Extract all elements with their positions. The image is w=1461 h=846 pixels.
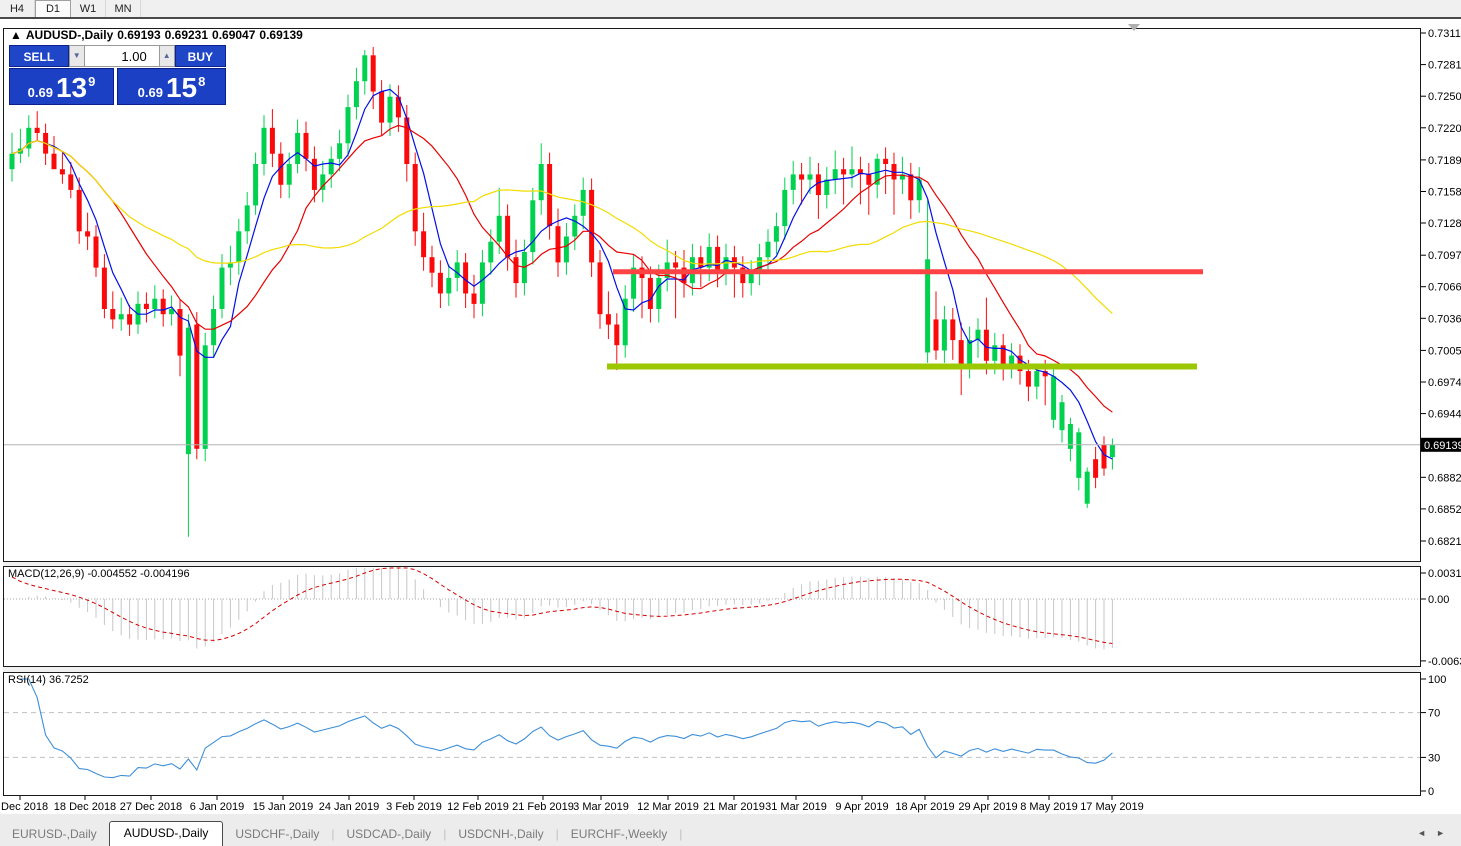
ma-line-34 bbox=[12, 141, 1112, 314]
date-axis-label: 12 Feb 2019 bbox=[447, 801, 509, 813]
price-scale-label: 0.71280 bbox=[1428, 218, 1461, 230]
main-chart-pane-border bbox=[4, 29, 1421, 562]
rsi-scale-label: 100 bbox=[1428, 674, 1446, 686]
symbol-marker-icon: ▲ bbox=[10, 28, 22, 42]
date-axis-label: 8 May 2019 bbox=[1020, 801, 1077, 813]
date-axis-label: 17 May 2019 bbox=[1080, 801, 1144, 813]
date-axis-label: 6 Jan 2019 bbox=[190, 801, 244, 813]
chart-canvas: 0.691390.731150.728100.725050.722000.718… bbox=[0, 0, 1461, 846]
buy-price-pip: 8 bbox=[198, 74, 205, 89]
rsi-indicator-label: RSI(14) 36.7252 bbox=[8, 674, 89, 686]
price-scale-label: 0.69440 bbox=[1428, 409, 1461, 421]
price-scale-label: 0.72200 bbox=[1428, 123, 1461, 135]
date-axis-label: 12 Mar 2019 bbox=[637, 801, 699, 813]
date-axis-label: 29 Apr 2019 bbox=[958, 801, 1017, 813]
chart-ohlc-header: ▲ AUDUSD-,Daily 0.69193 0.69231 0.69047 0.691… bbox=[10, 28, 307, 42]
one-click-trading-widget: SELL ▼ ▲ BUY 0.69 13 9 0.69 15 8 bbox=[9, 45, 226, 105]
ohlc-low: 0.69047 bbox=[212, 28, 255, 42]
macd-scale-label: 0.003164 bbox=[1428, 568, 1461, 580]
price-scale-label: 0.70970 bbox=[1428, 250, 1461, 262]
rsi-scale-label: 30 bbox=[1428, 752, 1440, 764]
date-axis-label: 18 Dec 2018 bbox=[54, 801, 116, 813]
price-scale-label: 0.71585 bbox=[1428, 187, 1461, 199]
price-scale-label: 0.68825 bbox=[1428, 472, 1461, 484]
ohlc-open: 0.69193 bbox=[117, 28, 160, 42]
sell-price-big: 13 bbox=[56, 73, 87, 103]
buy-price-prefix: 0.69 bbox=[138, 85, 163, 100]
date-axis-label: 15 Jan 2019 bbox=[253, 801, 314, 813]
rsi-scale-label: 0 bbox=[1428, 786, 1434, 798]
ohlc-close: 0.69139 bbox=[259, 28, 302, 42]
current-price-badge-text: 0.69139 bbox=[1424, 440, 1461, 452]
mt4-window: { "toolbar": { "timeframes": [ {"label":… bbox=[0, 0, 1461, 846]
date-axis-label: 3 Feb 2019 bbox=[386, 801, 442, 813]
rsi-scale-label: 70 bbox=[1428, 708, 1440, 720]
price-scale-label: 0.68210 bbox=[1428, 536, 1461, 548]
volume-increase-icon[interactable]: ▲ bbox=[159, 45, 175, 67]
buy-button[interactable]: BUY bbox=[175, 45, 226, 67]
date-axis-label: 9 Dec 2018 bbox=[0, 801, 48, 813]
macd-scale-label: 0.00 bbox=[1428, 594, 1449, 606]
symbol-name: AUDUSD-,Daily bbox=[26, 28, 113, 42]
date-axis-label: 3 Mar 2019 bbox=[573, 801, 629, 813]
date-axis-label: 21 Feb 2019 bbox=[512, 801, 574, 813]
pane-separator bbox=[3, 562, 1420, 566]
date-axis-label: 27 Dec 2018 bbox=[120, 801, 182, 813]
macd-indicator-label: MACD(12,26,9) -0.004552 -0.004196 bbox=[8, 568, 190, 580]
scroll-to-end-icon[interactable] bbox=[1128, 24, 1140, 31]
price-scale-label: 0.73115 bbox=[1428, 28, 1461, 40]
date-axis-label: 21 Mar 2019 bbox=[703, 801, 765, 813]
price-scale-label: 0.72810 bbox=[1428, 60, 1461, 72]
price-scale-label: 0.71890 bbox=[1428, 155, 1461, 167]
price-scale-label: 0.68520 bbox=[1428, 504, 1461, 516]
buy-price-big: 15 bbox=[166, 73, 197, 103]
sell-price-prefix: 0.69 bbox=[28, 85, 53, 100]
date-axis-label: 9 Apr 2019 bbox=[835, 801, 888, 813]
sell-price-panel[interactable]: 0.69 13 9 bbox=[9, 68, 114, 105]
rsi-line bbox=[20, 679, 1112, 778]
pane-separator bbox=[3, 667, 1420, 672]
macd-pane-border bbox=[4, 567, 1421, 667]
sell-button[interactable]: SELL bbox=[9, 45, 69, 67]
price-scale-label: 0.72505 bbox=[1428, 91, 1461, 103]
date-axis-label: 18 Apr 2019 bbox=[895, 801, 954, 813]
date-axis-label: 24 Jan 2019 bbox=[319, 801, 380, 813]
price-scale-label: 0.70050 bbox=[1428, 345, 1461, 357]
sell-price-pip: 9 bbox=[88, 74, 95, 89]
price-scale-label: 0.69745 bbox=[1428, 377, 1461, 389]
macd-scale-label: -0.006317 bbox=[1428, 656, 1461, 668]
macd-histogram bbox=[12, 568, 1112, 649]
volume-decrease-icon[interactable]: ▼ bbox=[69, 45, 85, 67]
volume-input[interactable] bbox=[85, 45, 159, 67]
ohlc-high: 0.69231 bbox=[165, 28, 208, 42]
buy-price-panel[interactable]: 0.69 15 8 bbox=[117, 68, 226, 105]
date-axis-label: 31 Mar 2019 bbox=[765, 801, 827, 813]
price-scale-label: 0.70665 bbox=[1428, 282, 1461, 294]
price-scale-label: 0.70360 bbox=[1428, 313, 1461, 325]
